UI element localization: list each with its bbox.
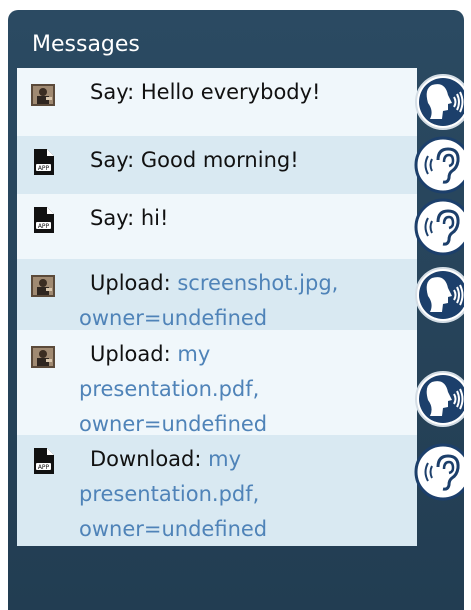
message-row: Upload: my presentation.pdf, owner=undef… [17,330,464,436]
svg-text:APP: APP [38,223,50,230]
message-body: hi! [140,206,169,230]
file-link[interactable]: my [177,342,210,366]
app-file-icon: APP [32,207,54,233]
user-avatar-icon [31,344,55,368]
message-text: Download: my [90,442,369,477]
speaking-head-icon[interactable] [414,73,464,131]
message-list: Say: Hello everybody! APP Say: Good morn… [17,68,464,546]
message-type: Download: [90,447,202,471]
message-type: Say: [90,148,135,172]
messages-panel: Messages Say: Hello everybody! APP Say: … [8,10,464,610]
message-row: APP Download: my presentation.pdf, owner… [17,435,464,546]
speaking-head-icon[interactable] [414,370,464,428]
panel-footer [8,544,464,610]
message-text: Say: hi! [90,201,369,236]
svg-text:APP: APP [38,464,50,471]
file-link[interactable]: screenshot.jpg, [177,271,338,295]
file-link[interactable]: my [208,447,241,471]
speaking-head-icon[interactable] [414,266,464,324]
message-text: Say: Hello everybody! [90,75,369,110]
listening-ear-icon[interactable] [414,136,464,194]
user-avatar-icon [31,273,55,297]
message-type: Upload: [90,342,171,366]
message-row: Say: Hello everybody! [17,68,464,136]
listening-ear-icon[interactable] [414,198,464,256]
app-file-icon: APP [32,448,54,474]
message-text: Upload: screenshot.jpg, [90,266,369,301]
message-row: APP Say: hi! [17,194,464,259]
message-type: Upload: [90,271,171,295]
message-body: Hello everybody! [140,80,321,104]
user-avatar-icon [31,82,55,106]
message-row: Upload: screenshot.jpg, owner=undefined [17,259,464,330]
message-type: Say: [90,80,135,104]
svg-text:APP: APP [38,165,50,172]
message-row: APP Say: Good morning! [17,136,464,194]
listening-ear-icon[interactable] [414,443,464,501]
file-link-continued[interactable]: presentation.pdf, [79,372,369,407]
file-link-continued[interactable]: presentation.pdf, [79,477,369,512]
message-owner: owner=undefined [79,517,268,541]
message-type: Say: [90,206,135,230]
panel-title: Messages [32,32,140,57]
app-file-icon: APP [32,149,54,175]
message-text: Upload: my [90,337,369,372]
message-text: Say: Good morning! [90,143,369,178]
message-body: Good morning! [140,148,299,172]
